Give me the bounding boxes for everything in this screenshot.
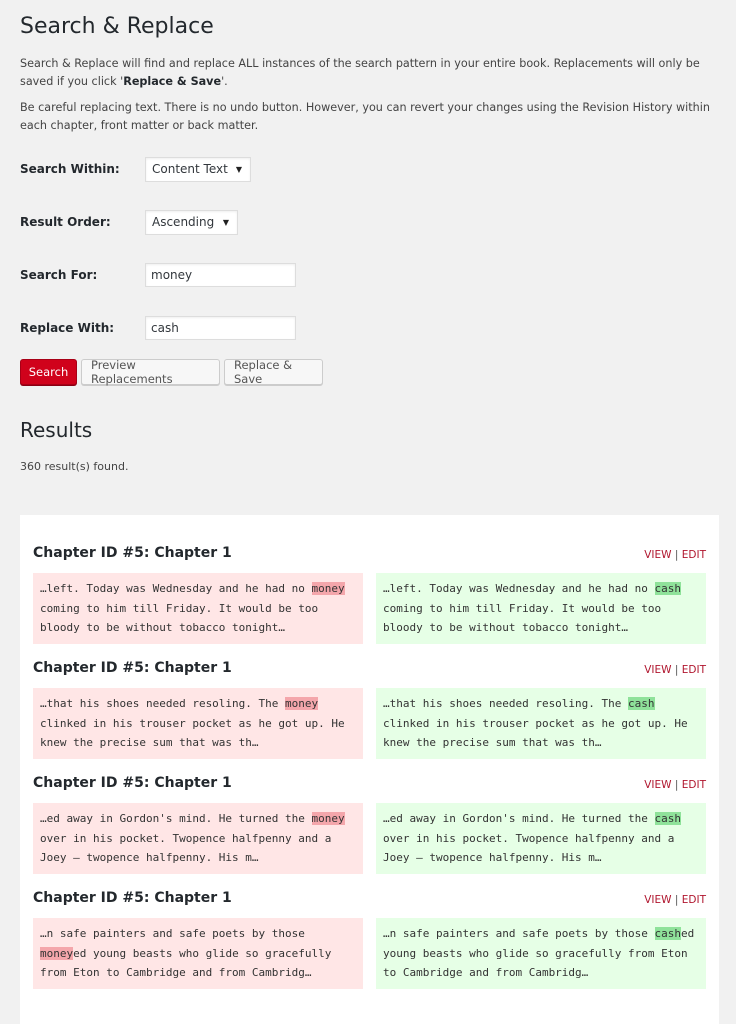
result-diff: …n safe painters and safe poets by those… xyxy=(33,918,706,989)
view-link[interactable]: VIEW xyxy=(644,549,671,561)
view-link[interactable]: VIEW xyxy=(644,894,671,906)
original-text-before: …left. Today was Wednesday and he had no xyxy=(40,582,312,595)
original-text-after: ed young beasts who glide so gracefully … xyxy=(40,946,332,980)
result-item: Chapter ID #5: Chapter 1 VIEW | EDIT …le… xyxy=(33,543,706,644)
original-text: …ed away in Gordon's mind. He turned the… xyxy=(33,803,363,874)
original-match: money xyxy=(285,697,319,710)
original-match: money xyxy=(311,812,345,825)
result-actions: VIEW | EDIT xyxy=(644,779,706,791)
result-header: Chapter ID #5: Chapter 1 VIEW | EDIT xyxy=(33,658,706,676)
result-actions: VIEW | EDIT xyxy=(644,894,706,906)
result-diff: …ed away in Gordon's mind. He turned the… xyxy=(33,803,706,874)
result-item: Chapter ID #5: Chapter 1 VIEW | EDIT …th… xyxy=(33,658,706,759)
result-diff: …that his shoes needed resoling. The mon… xyxy=(33,688,706,759)
original-text: …that his shoes needed resoling. The mon… xyxy=(33,688,363,759)
result-header: Chapter ID #5: Chapter 1 VIEW | EDIT xyxy=(33,888,706,906)
search-for-row: Search For: money xyxy=(20,262,736,288)
replacement-text-before: …n safe painters and safe poets by those xyxy=(383,927,655,940)
result-order-value: Ascending xyxy=(152,215,215,229)
results-title: Results xyxy=(20,418,93,442)
description-1-text: Search & Replace will find and replace A… xyxy=(20,57,700,88)
replacement-text: …ed away in Gordon's mind. He turned the… xyxy=(376,803,706,874)
search-replace-page: Search & Replace Search & Replace will f… xyxy=(0,0,736,473)
replace-with-input[interactable]: cash xyxy=(145,316,296,340)
search-for-input[interactable]: money xyxy=(145,263,296,287)
result-title: Chapter ID #5: Chapter 1 xyxy=(33,660,232,676)
search-form: Search Within: Content Text ▼ Result Ord… xyxy=(20,156,736,386)
result-header: Chapter ID #5: Chapter 1 VIEW | EDIT xyxy=(33,773,706,791)
preview-replacements-button[interactable]: Preview Replacements xyxy=(81,358,220,386)
result-item: Chapter ID #5: Chapter 1 VIEW | EDIT …n … xyxy=(33,888,706,989)
result-actions: VIEW | EDIT xyxy=(644,664,706,676)
result-item: Chapter ID #5: Chapter 1 VIEW | EDIT …ed… xyxy=(33,773,706,874)
search-button[interactable]: Search xyxy=(20,359,77,385)
result-order-label: Result Order: xyxy=(20,215,111,229)
original-text-before: …ed away in Gordon's mind. He turned the xyxy=(40,812,312,825)
action-buttons: Search Preview Replacements Replace & Sa… xyxy=(20,358,736,386)
separator: | xyxy=(674,664,679,676)
original-text: …n safe painters and safe poets by those… xyxy=(33,918,363,989)
replace-with-row: Replace With: cash xyxy=(20,315,736,341)
result-header: Chapter ID #5: Chapter 1 VIEW | EDIT xyxy=(33,543,706,561)
replacement-text-after: over in his pocket. Twopence halfpenny a… xyxy=(383,831,675,865)
edit-link[interactable]: EDIT xyxy=(682,664,706,676)
original-match: money xyxy=(311,582,345,595)
description-2: Be careful replacing text. There is no u… xyxy=(20,101,710,132)
original-match: money xyxy=(40,946,74,960)
view-link[interactable]: VIEW xyxy=(644,664,671,676)
result-order-select[interactable]: Ascending ▼ xyxy=(145,209,238,235)
description-1-end: '. xyxy=(221,74,228,88)
edit-link[interactable]: EDIT xyxy=(682,549,706,561)
search-within-value: Content Text xyxy=(152,162,228,176)
results-list: Chapter ID #5: Chapter 1 VIEW | EDIT …le… xyxy=(20,515,719,1024)
description-1: Search & Replace will find and replace A… xyxy=(20,55,720,90)
replacement-text: …left. Today was Wednesday and he had no… xyxy=(376,573,706,644)
replace-save-button[interactable]: Replace & Save xyxy=(224,358,323,386)
result-actions: VIEW | EDIT xyxy=(644,549,706,561)
result-title: Chapter ID #5: Chapter 1 xyxy=(33,890,232,906)
results-count: 360 result(s) found. xyxy=(20,460,129,473)
description-1-emphasis: Replace & Save xyxy=(123,74,222,88)
replacement-text-before: …ed away in Gordon's mind. He turned the xyxy=(383,812,655,825)
caret-down-icon: ▼ xyxy=(235,164,242,174)
edit-link[interactable]: EDIT xyxy=(682,779,706,791)
original-text-before: …n safe painters and safe poets by those xyxy=(40,927,305,940)
replacement-text-before: …left. Today was Wednesday and he had no xyxy=(383,582,655,595)
original-text-after: coming to him till Friday. It would be t… xyxy=(40,601,319,635)
view-link[interactable]: VIEW xyxy=(644,779,671,791)
replacement-match: cash xyxy=(654,582,682,595)
replacement-text: …that his shoes needed resoling. The cas… xyxy=(376,688,706,759)
original-text-after: clinked in his trouser pocket as he got … xyxy=(40,716,345,750)
separator: | xyxy=(674,549,679,561)
result-title: Chapter ID #5: Chapter 1 xyxy=(33,775,232,791)
search-within-row: Search Within: Content Text ▼ xyxy=(20,156,736,182)
replacement-match: cash xyxy=(654,812,682,825)
replacement-match: cash xyxy=(654,927,682,940)
search-within-select[interactable]: Content Text ▼ xyxy=(145,156,251,182)
replace-with-label: Replace With: xyxy=(20,321,115,335)
replacement-text-before: …that his shoes needed resoling. The xyxy=(383,697,629,710)
replacement-text-after: clinked in his trouser pocket as he got … xyxy=(383,716,688,750)
original-text-after: over in his pocket. Twopence halfpenny a… xyxy=(40,831,332,865)
page-title: Search & Replace xyxy=(20,14,214,39)
search-within-label: Search Within: xyxy=(20,162,120,176)
result-title: Chapter ID #5: Chapter 1 xyxy=(33,545,232,561)
result-diff: …left. Today was Wednesday and he had no… xyxy=(33,573,706,644)
replacement-text-after: coming to him till Friday. It would be t… xyxy=(383,601,662,635)
separator: | xyxy=(674,779,679,791)
caret-down-icon: ▼ xyxy=(222,217,229,227)
replacement-match: cash xyxy=(628,697,655,710)
separator: | xyxy=(674,894,679,906)
original-text: …left. Today was Wednesday and he had no… xyxy=(33,573,363,644)
edit-link[interactable]: EDIT xyxy=(682,894,706,906)
result-order-row: Result Order: Ascending ▼ xyxy=(20,209,736,235)
replacement-text: …n safe painters and safe poets by those… xyxy=(376,918,706,989)
original-text-before: …that his shoes needed resoling. The xyxy=(40,697,286,710)
search-for-label: Search For: xyxy=(20,268,98,282)
